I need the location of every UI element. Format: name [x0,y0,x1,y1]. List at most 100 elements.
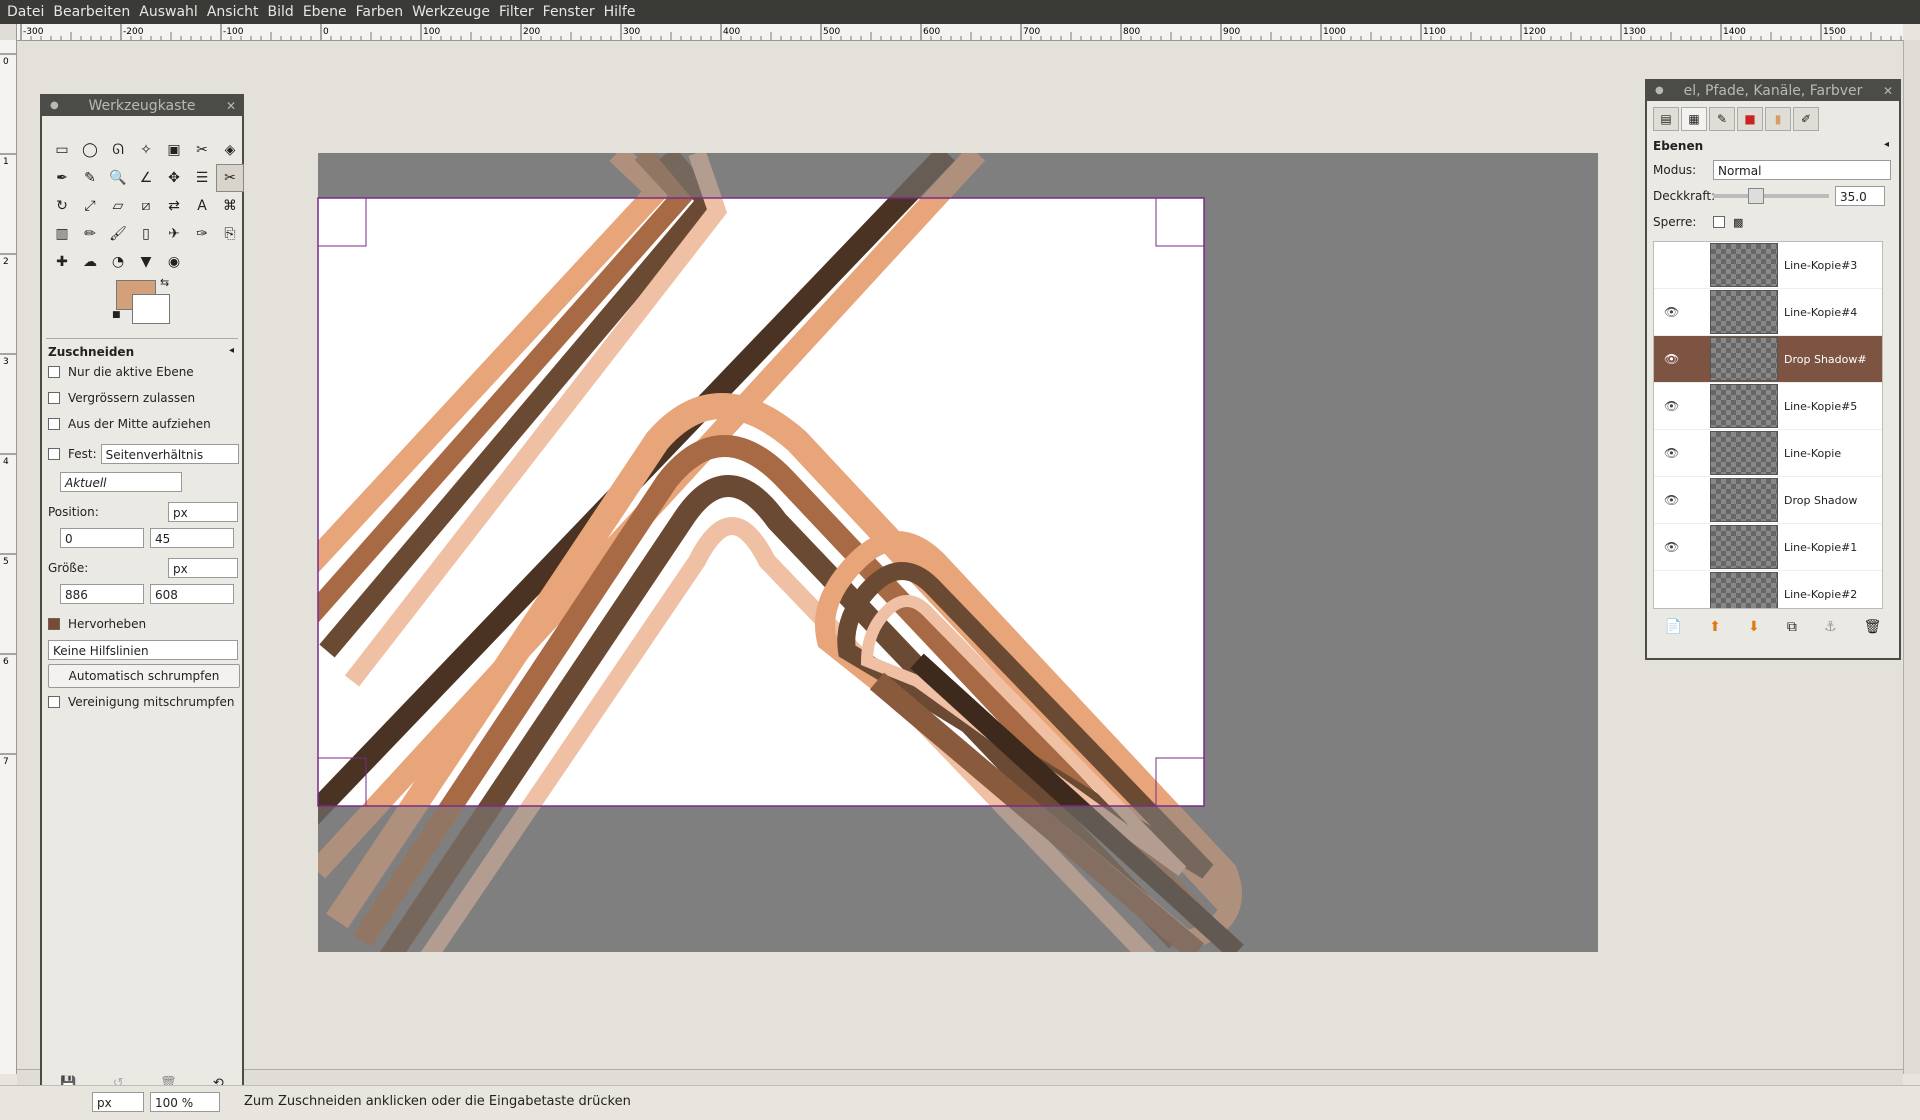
tab-colormap[interactable]: ■ [1737,107,1763,131]
menu-item-hilfe[interactable]: Hilfe [604,4,636,20]
unit-select[interactable]: px [92,1092,144,1112]
anchor-layer-icon[interactable]: ⚓ [1824,619,1837,635]
vertical-scrollbar[interactable] [1903,40,1920,1074]
crop-icon[interactable]: ✂ [216,164,244,192]
rect-select-icon[interactable]: ▭ [48,136,76,164]
only-active-layer-option[interactable]: Nur die aktive Ebene [48,359,242,385]
rotate-icon[interactable]: ↻ [48,192,76,220]
tab-gradients[interactable]: ▮ [1765,107,1791,131]
ruler-corner-button[interactable] [0,24,17,41]
scale-icon[interactable]: ⤢ [76,192,104,220]
menu-item-fenster[interactable]: Fenster [543,4,595,20]
swap-colors-icon[interactable]: ⇆ [160,276,169,289]
layer-row[interactable]: 👁 Line-Kopie [1654,430,1882,477]
layer-row[interactable]: 👁 Line-Kopie#4 [1654,289,1882,336]
shear-icon[interactable]: ▱ [104,192,132,220]
paintbrush-icon[interactable]: 🖌 [104,220,132,248]
default-colors-icon[interactable]: ■ [112,310,121,320]
menu-item-filter[interactable]: Filter [499,4,534,20]
pencil-icon[interactable]: ✏ [76,220,104,248]
convolve-icon[interactable]: ◉ [160,248,188,276]
layer-row[interactable]: Line-Kopie#2 [1654,571,1882,608]
visibility-eye-icon[interactable]: 👁 [1664,493,1682,507]
highlight-checkbox[interactable] [48,618,60,630]
current-field[interactable]: Aktuell [60,472,182,492]
allow-growing-checkbox[interactable] [48,392,60,404]
position-y-input[interactable]: 45 [150,528,234,548]
color-select-icon[interactable]: ▣ [160,136,188,164]
menu-item-auswahl[interactable]: Auswahl [139,4,198,20]
menu-item-farben[interactable]: Farben [356,4,403,20]
duplicate-layer-icon[interactable]: ⧉ [1787,619,1797,635]
guides-select[interactable]: Keine Hilfslinien [48,640,238,660]
canvas-area[interactable] [17,41,1903,1074]
auto-shrink-button[interactable]: Automatisch schrumpfen [48,664,240,688]
raise-layer-icon[interactable]: ⬆ [1709,619,1721,635]
new-layer-icon[interactable]: 📄 [1665,619,1682,635]
close-icon[interactable]: ✕ [1883,81,1893,101]
opacity-input[interactable]: 35.0 [1835,186,1885,206]
fuzzy-select-icon[interactable]: ✧ [132,136,160,164]
fixed-select[interactable]: Seitenverhältnis [100,444,239,464]
heal-icon[interactable]: ✚ [48,248,76,276]
size-height-input[interactable]: 608 [150,584,234,604]
opacity-slider[interactable] [1713,188,1829,204]
menu-item-ebene[interactable]: Ebene [303,4,347,20]
background-color-swatch[interactable] [132,294,170,324]
layer-row[interactable]: Line-Kopie#3 [1654,242,1882,289]
layer-row[interactable]: 👁 Line-Kopie#5 [1654,383,1882,430]
airbrush-icon[interactable]: ✈ [160,220,188,248]
horizontal-ruler[interactable]: -300 -200 -100 0 100 200 300 400 500 600 700 800 900… [17,24,1912,41]
highlight-option[interactable]: Hervorheben [48,611,242,637]
visibility-eye-icon[interactable]: 👁 [1664,540,1682,554]
zoom-select[interactable]: 100 % [150,1092,220,1112]
measure-icon[interactable]: ∠ [132,164,160,192]
lock-alpha-icon[interactable]: ▩ [1733,216,1743,229]
color-picker-icon[interactable]: ✎ [76,164,104,192]
tab-brushes[interactable]: ✐ [1793,107,1819,131]
vertical-ruler[interactable]: 0 1 2 3 4 5 6 7 [0,40,17,1074]
expand-center-checkbox[interactable] [48,418,60,430]
clone-icon[interactable]: ⎘ [216,220,244,248]
shrink-merged-checkbox[interactable] [48,696,60,708]
cage-icon[interactable]: ⌘ [216,192,244,220]
text-icon[interactable]: A [188,192,216,220]
visibility-eye-icon[interactable]: 👁 [1664,305,1682,319]
fixed-checkbox[interactable] [48,448,60,460]
close-icon[interactable]: ✕ [226,96,236,116]
dodge-icon[interactable]: ◔ [104,248,132,276]
zoom-icon[interactable]: 🔍 [104,164,132,192]
scissors-icon[interactable]: ✂ [188,136,216,164]
menu-item-werkzeuge[interactable]: Werkzeuge [412,4,490,20]
menu-item-ansicht[interactable]: Ansicht [207,4,259,20]
move-icon[interactable]: ✥ [160,164,188,192]
image-canvas[interactable] [17,41,1903,1074]
only-active-layer-checkbox[interactable] [48,366,60,378]
visibility-eye-icon[interactable]: 👁 [1664,446,1682,460]
horizontal-scrollbar[interactable] [17,1069,1903,1086]
menu-item-datei[interactable]: Datei [7,4,44,20]
size-unit-select[interactable]: px [168,558,238,578]
menu-item-bearbeiten[interactable]: Bearbeiten [53,4,130,20]
blend-icon[interactable]: ▥ [48,220,76,248]
ink-icon[interactable]: ✑ [188,220,216,248]
tab-channels[interactable]: ▦ [1681,107,1707,131]
visibility-eye-icon[interactable]: 👁 [1664,352,1682,366]
lower-layer-icon[interactable]: ⬇ [1748,619,1760,635]
layer-row[interactable]: 👁 Line-Kopie#1 [1654,524,1882,571]
menu-dot-icon[interactable]: ● [50,96,59,116]
perspective-icon[interactable]: ⧄ [132,192,160,220]
visibility-eye-icon[interactable]: 👁 [1664,399,1682,413]
align-icon[interactable]: ☰ [188,164,216,192]
size-width-input[interactable]: 886 [60,584,144,604]
layer-row[interactable]: 👁 Drop Shadow# [1654,336,1882,383]
flip-icon[interactable]: ⇄ [160,192,188,220]
opacity-slider-handle[interactable] [1748,188,1764,204]
free-select-icon[interactable]: ᘏ [104,136,132,164]
paths-icon[interactable]: ✒ [48,164,76,192]
options-menu-icon[interactable]: ◂ [229,345,234,356]
panel-menu-icon[interactable]: ◂ [1884,139,1889,150]
allow-growing-option[interactable]: Vergrössern zulassen [48,385,242,411]
expand-center-option[interactable]: Aus der Mitte aufziehen [48,411,242,437]
eraser-icon[interactable]: ▯ [132,220,160,248]
